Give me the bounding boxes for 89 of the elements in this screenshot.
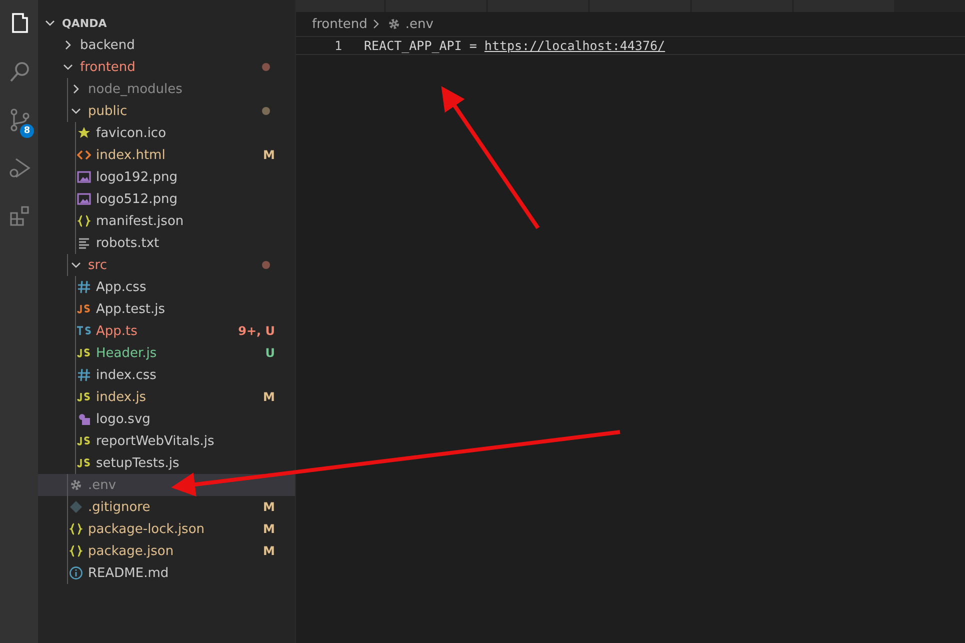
- file-name: App.ts: [96, 324, 138, 338]
- file-name: Header.js: [96, 346, 157, 360]
- git-status-label: M: [263, 522, 275, 536]
- breadcrumb-item[interactable]: .env: [405, 16, 434, 32]
- ts-icon: [76, 324, 92, 338]
- file-row[interactable]: Header.js U: [38, 342, 295, 364]
- file-row[interactable]: manifest.json: [38, 210, 295, 232]
- folder-name: src: [88, 258, 107, 272]
- curly-braces-icon: [69, 522, 83, 536]
- shapes-icon: [77, 412, 91, 426]
- folder-name: node_modules: [88, 82, 182, 96]
- file-row[interactable]: index.html M: [38, 144, 295, 166]
- js-icon: [76, 434, 92, 448]
- file-name: App.css: [96, 280, 146, 294]
- workspace-title[interactable]: QANDA: [62, 16, 107, 30]
- file-row[interactable]: App.test.js: [38, 298, 295, 320]
- folder-row[interactable]: backend: [38, 34, 295, 56]
- file-row[interactable]: App.ts 9+, U: [38, 320, 295, 342]
- file-row[interactable]: package.json M: [38, 540, 295, 562]
- hash-icon: [77, 280, 91, 294]
- js-icon: [76, 456, 92, 470]
- source-control-icon[interactable]: [8, 108, 32, 132]
- file-row[interactable]: favicon.ico: [38, 122, 295, 144]
- folder-name: public: [88, 104, 128, 118]
- gear-icon: [387, 17, 402, 31]
- folder-row[interactable]: src: [38, 254, 295, 276]
- badge: 8: [20, 124, 34, 138]
- file-row[interactable]: App.css: [38, 276, 295, 298]
- git-status-label: U: [265, 346, 275, 360]
- code-brackets-icon: [77, 148, 91, 162]
- file-row[interactable]: .gitignore M: [38, 496, 295, 518]
- file-row[interactable]: setupTests.js: [38, 452, 295, 474]
- file-name: reportWebVitals.js: [96, 434, 214, 448]
- file-name: package-lock.json: [88, 522, 205, 536]
- js-icon: [76, 302, 92, 316]
- folder-row[interactable]: node_modules: [38, 78, 295, 100]
- star-icon: [77, 126, 91, 140]
- folder-name: frontend: [80, 60, 136, 74]
- file-row[interactable]: README.md: [38, 562, 295, 584]
- file-row[interactable]: logo.svg: [38, 408, 295, 430]
- file-name: robots.txt: [96, 236, 160, 250]
- git-status-label: 9+, U: [238, 324, 275, 338]
- file-row[interactable]: robots.txt: [38, 232, 295, 254]
- file-name: setupTests.js: [96, 456, 180, 470]
- folder-row[interactable]: frontend: [38, 56, 295, 78]
- file-row[interactable]: index.js M: [38, 386, 295, 408]
- git-status-label: M: [263, 148, 275, 162]
- file-name: package.json: [88, 544, 174, 558]
- file-row[interactable]: index.css: [38, 364, 295, 386]
- line-number: 1: [333, 38, 343, 53]
- hash-icon: [77, 368, 91, 382]
- git-status-label: M: [263, 544, 275, 558]
- extensions-icon[interactable]: [8, 204, 32, 228]
- js-icon: [76, 390, 92, 404]
- file-name: index.html: [96, 148, 166, 162]
- file-name: index.js: [96, 390, 146, 404]
- code-text: REACT_APP_API =: [364, 38, 478, 53]
- file-row[interactable]: logo512.png: [38, 188, 295, 210]
- file-name: .env: [88, 478, 116, 492]
- file-row[interactable]: package-lock.json M: [38, 518, 295, 540]
- curly-braces-icon: [77, 214, 91, 228]
- folder-name: backend: [80, 38, 135, 52]
- file-row[interactable]: reportWebVitals.js: [38, 430, 295, 452]
- file-name: App.test.js: [96, 302, 166, 316]
- file-name: .gitignore: [88, 500, 150, 514]
- git-status-label: M: [263, 390, 275, 404]
- search-icon[interactable]: [8, 60, 32, 84]
- image-icon: [77, 170, 91, 184]
- file-name: logo192.png: [96, 170, 178, 184]
- file-name: manifest.json: [96, 214, 184, 228]
- diamond-icon: [69, 500, 83, 514]
- file-name: favicon.ico: [96, 126, 166, 140]
- info-icon: [69, 566, 83, 580]
- file-name: index.css: [96, 368, 156, 382]
- chevron-icon: [371, 18, 382, 30]
- file-name: README.md: [88, 566, 169, 580]
- file-name: logo512.png: [96, 192, 178, 206]
- file-name: logo.svg: [96, 412, 150, 426]
- image-icon: [77, 192, 91, 206]
- run-debug-icon[interactable]: [8, 156, 32, 180]
- curly-braces-icon: [69, 544, 83, 558]
- text-lines-icon: [77, 236, 91, 250]
- gear-icon: [69, 478, 83, 492]
- git-status-label: M: [263, 500, 275, 514]
- folder-row[interactable]: public: [38, 100, 295, 122]
- js-icon: [76, 346, 92, 360]
- url-link[interactable]: https://localhost:44376/: [484, 38, 666, 53]
- breadcrumb-item[interactable]: frontend: [312, 16, 368, 32]
- file-row[interactable]: logo192.png: [38, 166, 295, 188]
